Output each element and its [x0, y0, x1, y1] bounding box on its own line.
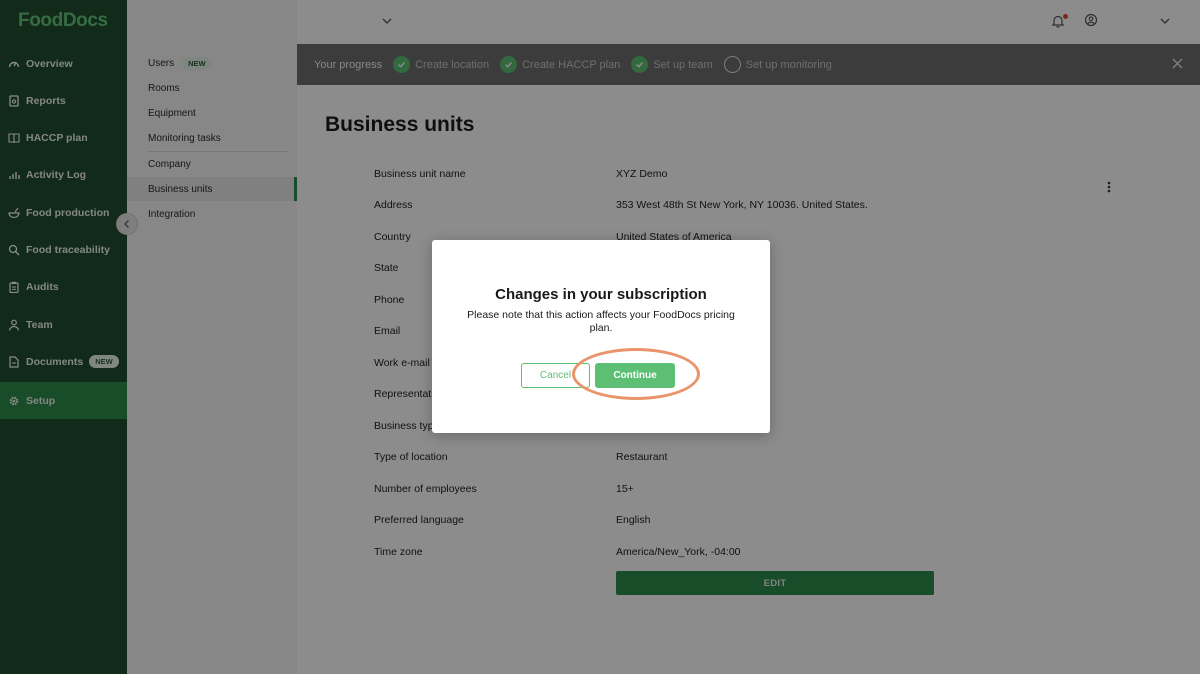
continue-button[interactable]: Continue	[595, 363, 675, 388]
dialog-title: Changes in your subscription	[495, 286, 707, 303]
subscription-change-dialog: Changes in your subscription Please note…	[432, 240, 770, 433]
cancel-button[interactable]: Cancel	[521, 363, 590, 388]
dialog-message: Please note that this action affects you…	[467, 309, 735, 334]
